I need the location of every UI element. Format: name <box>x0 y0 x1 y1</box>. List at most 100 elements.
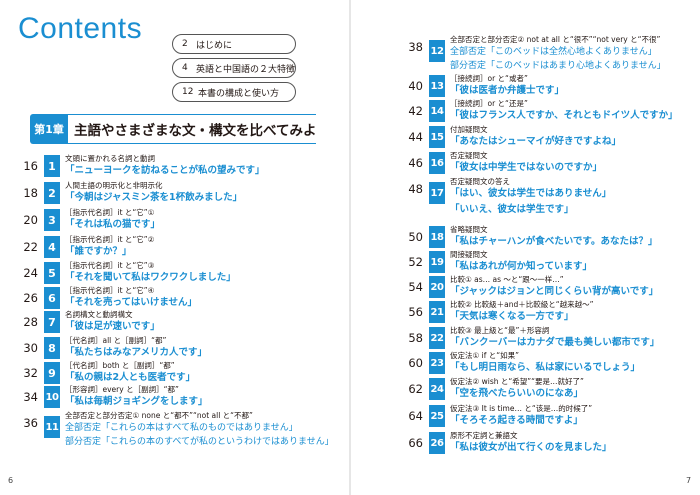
entry-category: 人間主語の明示化と非明示化 <box>65 181 163 190</box>
entry-number-badge: 6 <box>44 287 60 309</box>
toc-entry-3[interactable]: 20 3 ［指示代名詞］it と“它”① 「それは私の猫です」 <box>10 207 340 233</box>
toc-entry-21[interactable]: 56 21 比較② 比較級＋and＋比較級と“越来越～” 「天気は寒くなる一方で… <box>395 299 695 325</box>
toc-entry-22[interactable]: 58 22 比較③ 最上級と“最”＋形容詞 「バンクーバーはカナダで最も美しい都… <box>395 325 695 351</box>
entry-number-badge: 21 <box>429 301 445 323</box>
entry-category: 仮定法① if と“如果” <box>450 351 519 360</box>
entry-category: 名詞構文と動詞構文 <box>65 310 133 319</box>
front-matter-page: 4 <box>182 63 188 73</box>
entry-category: ［指示代名詞］it と“它”② <box>65 235 155 244</box>
entry-example: 「空を飛べたらいいのになあ」 <box>450 388 584 399</box>
chapter-banner[interactable]: 第1章 主語やさまざまな文・構文を比べてみよう <box>30 114 316 144</box>
entry-example: 「今朝はジャスミン茶を1杯飲みました」 <box>65 192 243 203</box>
entry-number-badge: 7 <box>44 311 60 333</box>
entry-example: 「私はチャーハンが食べたいです。あなたは？」 <box>450 236 658 247</box>
entry-page: 64 <box>408 409 423 423</box>
toc-entry-17[interactable]: 48 17 否定疑問文の答え 「はい、彼女は学生ではありません」 「いいえ、彼女… <box>395 176 695 220</box>
entry-number-badge: 26 <box>429 432 445 454</box>
right-page: 38 12 全部否定と部分否定② not at all と“很不”“not ve… <box>351 0 700 495</box>
entry-number-badge: 14 <box>429 100 445 122</box>
entry-example: 「私の親は2人とも医者です」 <box>65 372 196 383</box>
toc-entry-8[interactable]: 30 8 ［代名詞］all と［副詞］“都” 「私たちはみなアメリカ人です」 <box>10 335 340 361</box>
toc-entry-20[interactable]: 54 20 比較① as… as ～と“跟～一样…” 「ジャックはジョンと同じく… <box>395 274 695 300</box>
entry-number-badge: 2 <box>44 182 60 204</box>
entry-number-badge: 4 <box>44 236 60 258</box>
entry-page: 40 <box>408 79 423 93</box>
entry-page: 16 <box>23 159 38 173</box>
entry-page: 18 <box>23 186 38 200</box>
toc-entry-18[interactable]: 50 18 省略疑問文 「私はチャーハンが食べたいです。あなたは？」 <box>395 224 695 250</box>
entry-number-badge: 1 <box>44 155 60 177</box>
entry-category: 仮定法② wish と“希望”“要是…就好了” <box>450 377 584 386</box>
entry-page: 36 <box>23 416 38 430</box>
front-matter-page: 2 <box>182 39 188 49</box>
entry-example: 「誰ですか？」 <box>65 246 132 257</box>
entry-example: 「私は彼女が出て行くのを見ました」 <box>450 442 612 453</box>
toc-entry-4[interactable]: 22 4 ［指示代名詞］it と“它”② 「誰ですか？」 <box>10 234 340 260</box>
toc-entry-7[interactable]: 28 7 名詞構文と動詞構文 「彼は足が速いです」 <box>10 309 340 335</box>
entry-category: 全部否定と部分否定② not at all と“很不”“not very と“不… <box>450 35 661 44</box>
toc-entry-1[interactable]: 16 1 文頭に置かれる名詞と動詞 「ニューヨークを訪ねることが私の望みです」 <box>10 153 340 179</box>
entry-number-badge: 5 <box>44 262 60 284</box>
entry-number-badge: 8 <box>44 337 60 359</box>
entry-number-badge: 9 <box>44 362 60 384</box>
front-matter-label: 本書の構成と使い方 <box>198 88 280 99</box>
entry-page: 34 <box>23 390 38 404</box>
entry-example: 「はい、彼女は学生ではありません」 <box>450 188 612 199</box>
contents-title: Contents <box>18 12 143 45</box>
entry-example: 「それを聞いて私はワクワクしました」 <box>65 272 236 283</box>
entry-example: 「ニューヨークを訪ねることが私の望みです」 <box>65 165 265 176</box>
entry-page: 38 <box>408 40 423 54</box>
entry-example: 「天気は寒くなる一方です」 <box>450 311 574 322</box>
entry-example: 「私は毎朝ジョギングをします」 <box>65 396 208 407</box>
toc-entry-26[interactable]: 66 26 原形不定詞と兼語文 「私は彼女が出て行くのを見ました」 <box>395 430 695 456</box>
entry-page: 56 <box>408 305 423 319</box>
toc-entry-23[interactable]: 60 23 仮定法① if と“如果” 「もし明日雨なら、私は家にいるでしょう」 <box>395 350 695 376</box>
entry-page: 54 <box>408 280 423 294</box>
entry-page: 60 <box>408 356 423 370</box>
entry-example: 「ジャックはジョンと同じくらい背が高いです」 <box>450 286 659 297</box>
toc-entry-14[interactable]: 42 14 ［接続詞］or と“还是” 「彼はフランス人ですか、それともドイツ人… <box>395 98 695 124</box>
toc-entry-12[interactable]: 38 12 全部否定と部分否定② not at all と“很不”“not ve… <box>395 34 695 78</box>
entry-example: 「もし明日雨なら、私は家にいるでしょう」 <box>450 362 641 373</box>
left-page: Contents 2 はじめに 4 英語と中国語の２大特徴 12 本書の構成と使… <box>0 0 349 495</box>
toc-entry-16[interactable]: 46 16 否定疑問文 「彼女は中学生ではないのですか」 <box>395 150 695 176</box>
entry-category: 仮定法③ It is time… と“该是…的时候了” <box>450 404 593 413</box>
toc-entry-5[interactable]: 24 5 ［指示代名詞］it と“它”③ 「それを聞いて私はワクワクしました」 <box>10 260 340 286</box>
entry-category: 比較② 比較級＋and＋比較級と“越来越～” <box>450 300 594 309</box>
entry-example: 全部否定「このベッドは全然心地よくありません」 <box>450 47 657 57</box>
front-matter-label: はじめに <box>196 40 233 51</box>
entry-number-badge: 18 <box>429 226 445 248</box>
toc-entry-6[interactable]: 26 6 ［指示代名詞］it と“它”④ 「それを売ってはいけません」 <box>10 285 340 311</box>
entry-number-badge: 17 <box>429 182 445 204</box>
entry-example: 全部否定「これらの本はすべて私のものではありません」 <box>65 423 298 433</box>
entry-category: ［接続詞］or と“或者” <box>450 74 528 83</box>
toc-entry-13[interactable]: 40 13 ［接続詞］or と“或者” 「彼は医者か弁護士です」 <box>395 73 695 99</box>
toc-entry-24[interactable]: 62 24 仮定法② wish と“希望”“要是…就好了” 「空を飛べたらいいの… <box>395 376 695 402</box>
entry-example: 「彼は医者か弁護士です」 <box>450 85 565 96</box>
entry-page: 62 <box>408 382 423 396</box>
entry-page: 22 <box>23 240 38 254</box>
entry-example: 「そろそろ起きる時間ですよ」 <box>450 415 583 426</box>
front-matter-item-preface[interactable]: 2 はじめに <box>172 34 296 54</box>
toc-entry-11[interactable]: 36 11 全部否定と部分否定① none と“都不”“not all と“不都… <box>10 410 340 454</box>
entry-example: 「私はあれが何か知っています」 <box>450 261 593 272</box>
entry-category: 付加疑問文 <box>450 125 488 134</box>
toc-entry-15[interactable]: 44 15 付加疑問文 「あなたはシューマイが好きですよね」 <box>395 124 695 150</box>
front-matter-item-features[interactable]: 4 英語と中国語の２大特徴 <box>172 58 296 78</box>
toc-entry-2[interactable]: 18 2 人間主語の明示化と非明示化 「今朝はジャスミン茶を1杯飲みました」 <box>10 180 340 206</box>
front-matter-page: 12 <box>182 87 194 97</box>
entry-number-badge: 19 <box>429 251 445 273</box>
entry-page: 46 <box>408 156 423 170</box>
entry-category: 否定疑問文の答え <box>450 177 510 186</box>
toc-entry-25[interactable]: 64 25 仮定法③ It is time… と“该是…的时候了” 「そろそろ起… <box>395 403 695 429</box>
entry-category: ［指示代名詞］it と“它”① <box>65 208 155 217</box>
front-matter-item-usage[interactable]: 12 本書の構成と使い方 <box>172 82 296 102</box>
entry-category: 間接疑問文 <box>450 250 488 259</box>
entry-number-badge: 15 <box>429 126 445 148</box>
toc-entry-10[interactable]: 34 10 ［形容詞］every と［副詞］“都” 「私は毎朝ジョギングをします… <box>10 384 340 410</box>
entry-number-badge: 3 <box>44 209 60 231</box>
toc-entry-9[interactable]: 32 9 ［代名詞］both と［副詞］“都” 「私の親は2人とも医者です」 <box>10 360 340 386</box>
entry-category: 省略疑問文 <box>450 225 488 234</box>
toc-entry-19[interactable]: 52 19 間接疑問文 「私はあれが何か知っています」 <box>395 249 695 275</box>
entry-page: 32 <box>23 366 38 380</box>
